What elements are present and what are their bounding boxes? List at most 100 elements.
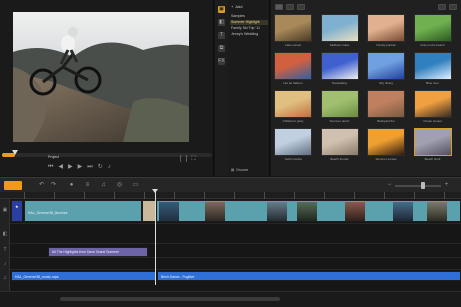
library-thumbnail[interactable] <box>274 52 312 80</box>
title-icon[interactable]: T <box>218 32 225 39</box>
video-clip-intro[interactable]: ★ <box>11 200 23 222</box>
zoom-slider-knob[interactable] <box>420 182 425 189</box>
scrollbar-thumb[interactable] <box>60 297 280 301</box>
video-clip[interactable]: HAL_General 86_Bunnies <box>24 200 142 222</box>
timeline-view-button[interactable] <box>4 181 22 190</box>
mark-out-icon[interactable]: ] <box>186 156 188 162</box>
instant-project-icon[interactable]: ◧ <box>218 19 225 26</box>
preview-video-frame[interactable] <box>13 12 189 142</box>
show-photos-icon[interactable] <box>286 4 294 10</box>
library-thumbnail[interactable] <box>367 128 405 156</box>
video-clip-filmstrip[interactable] <box>156 200 461 222</box>
transition-clip[interactable] <box>142 200 156 222</box>
library-thumbnail[interactable] <box>413 14 452 42</box>
playback-controls: Project ⏮ ◀ ▶ ▶ ⏭ ↻ ♪ <box>48 155 111 174</box>
preview-panel: Project ⏮ ◀ ▶ ▶ ⏭ ↻ ♪ [ ] ⛶ <box>0 0 214 176</box>
title-track-icon[interactable]: T <box>2 247 8 253</box>
lane-separator <box>10 269 461 270</box>
library-thumbnail[interactable] <box>413 128 452 156</box>
voice-track-icon[interactable]: ♪ <box>2 261 8 267</box>
undo-icon[interactable]: ↶ <box>38 182 45 189</box>
filmstrip-frame <box>205 202 225 221</box>
folder-item-selected[interactable]: Summer Highlight <box>230 20 268 25</box>
music-clip[interactable]: HAL_General 86_music.mpa <box>11 271 156 281</box>
rewind-icon[interactable]: ◀ <box>58 164 63 170</box>
folder-item[interactable]: Jenny's Wedding <box>230 32 268 37</box>
sort-icon[interactable] <box>449 4 457 10</box>
library-thumbnail[interactable] <box>274 14 312 42</box>
volume-icon[interactable]: ♪ <box>108 164 111 170</box>
filter-icon[interactable]: FX <box>218 58 225 65</box>
thumbnail-caption: Lake sunset <box>284 43 302 47</box>
motion-tracking-icon[interactable]: ◎ <box>116 182 123 189</box>
filmstrip-frame <box>267 202 287 221</box>
browse-label: Browse <box>236 168 249 172</box>
library-folders: + Add Samples Summer Highlight Family Sk… <box>228 0 270 176</box>
library-thumbnail[interactable] <box>413 90 452 118</box>
zoom-out-icon[interactable]: − <box>386 182 393 189</box>
overlay-clip[interactable]: All The Highlights from Dave Grand Summe… <box>48 247 148 257</box>
library-thumbnail[interactable] <box>413 52 452 80</box>
thumbnail-caption: Yacht marina <box>284 157 302 161</box>
overlay-track-icon[interactable]: ◧ <box>2 231 8 237</box>
ruler-ticks <box>24 192 461 199</box>
library-thumbnail[interactable] <box>367 52 405 80</box>
zoom-in-icon[interactable]: + <box>443 182 450 189</box>
library-thumbnail[interactable] <box>367 14 405 42</box>
subtitle-icon[interactable]: ▭ <box>132 182 139 189</box>
library-thumbnail[interactable] <box>274 90 312 118</box>
sound-mixer-icon[interactable]: ≡ <box>84 182 91 189</box>
preview-right-controls: [ ] ⛶ <box>180 156 196 162</box>
next-icon[interactable]: ⏭ <box>87 164 92 170</box>
show-audio-icon[interactable] <box>297 4 305 10</box>
star-icon: ★ <box>15 204 19 209</box>
timeline-scrollbar[interactable] <box>0 291 461 307</box>
music-clip[interactable]: Birch Dance - Fugitive <box>157 271 461 281</box>
browse-button[interactable]: ▤ Browse <box>231 168 248 172</box>
filmstrip-frame <box>345 202 365 221</box>
record-icon[interactable]: ● <box>68 182 75 189</box>
video-track-icon[interactable]: ▣ <box>2 207 8 213</box>
lane-separator <box>10 243 461 244</box>
library-thumbnail[interactable] <box>320 90 359 118</box>
folder-icon: ▤ <box>231 168 235 172</box>
folder-item[interactable]: Family Ski Trip '11 <box>230 26 268 31</box>
filmstrip-frame <box>159 202 179 221</box>
filmstrip-frame <box>297 202 317 221</box>
folder-item[interactable]: Samples <box>230 14 268 19</box>
fullscreen-icon[interactable]: ⛶ <box>191 156 195 162</box>
library-thumbnail[interactable] <box>274 128 312 156</box>
filmstrip-frame <box>393 202 413 221</box>
library-thumbnail[interactable] <box>320 52 359 80</box>
add-label: Add <box>235 4 243 9</box>
auto-music-icon[interactable]: ♫ <box>100 182 107 189</box>
library-thumbnail[interactable] <box>320 128 359 156</box>
project-clip-toggle[interactable]: Project <box>48 155 59 159</box>
media-icon[interactable]: ▣ <box>218 6 225 13</box>
thumbnail-caption: Summer picnic <box>329 119 350 123</box>
music-track-icon[interactable]: ♫ <box>2 275 8 281</box>
transition-icon[interactable]: ⧉ <box>218 45 225 52</box>
show-videos-icon[interactable] <box>275 4 283 10</box>
mark-in-icon[interactable]: [ <box>180 156 182 162</box>
thumbnail-caption: Summer sunset <box>375 157 397 161</box>
forward-icon[interactable]: ▶ <box>78 164 83 170</box>
timeline-zoom-slider[interactable] <box>395 185 441 187</box>
previous-icon[interactable]: ⏮ <box>48 164 53 170</box>
library-toolbar-right <box>438 4 457 10</box>
thumbnail-caption: Beach friends <box>330 157 349 161</box>
preview-playhead[interactable] <box>11 150 18 155</box>
list-view-icon[interactable] <box>438 4 446 10</box>
library-thumbnail[interactable] <box>367 90 405 118</box>
library-side-toolbar: ▣ ◧ T ⧉ FX <box>215 0 228 176</box>
lane-separator <box>10 257 461 258</box>
library-thumbnail[interactable] <box>320 14 359 42</box>
timeline-tracks: ▣ ◧ T ♪ ♫ ★ HAL_General 86_Bunnies All T… <box>0 199 461 291</box>
play-icon[interactable]: ▶ <box>68 164 73 170</box>
redo-icon[interactable]: ↷ <box>50 182 57 189</box>
repeat-icon[interactable]: ↻ <box>98 164 103 170</box>
timeline-playhead[interactable] <box>155 190 156 285</box>
thumbnail-caption: Sailboat cruise <box>329 43 350 47</box>
timeline-ruler[interactable] <box>0 192 461 199</box>
add-folder-button[interactable]: + Add <box>231 4 242 9</box>
